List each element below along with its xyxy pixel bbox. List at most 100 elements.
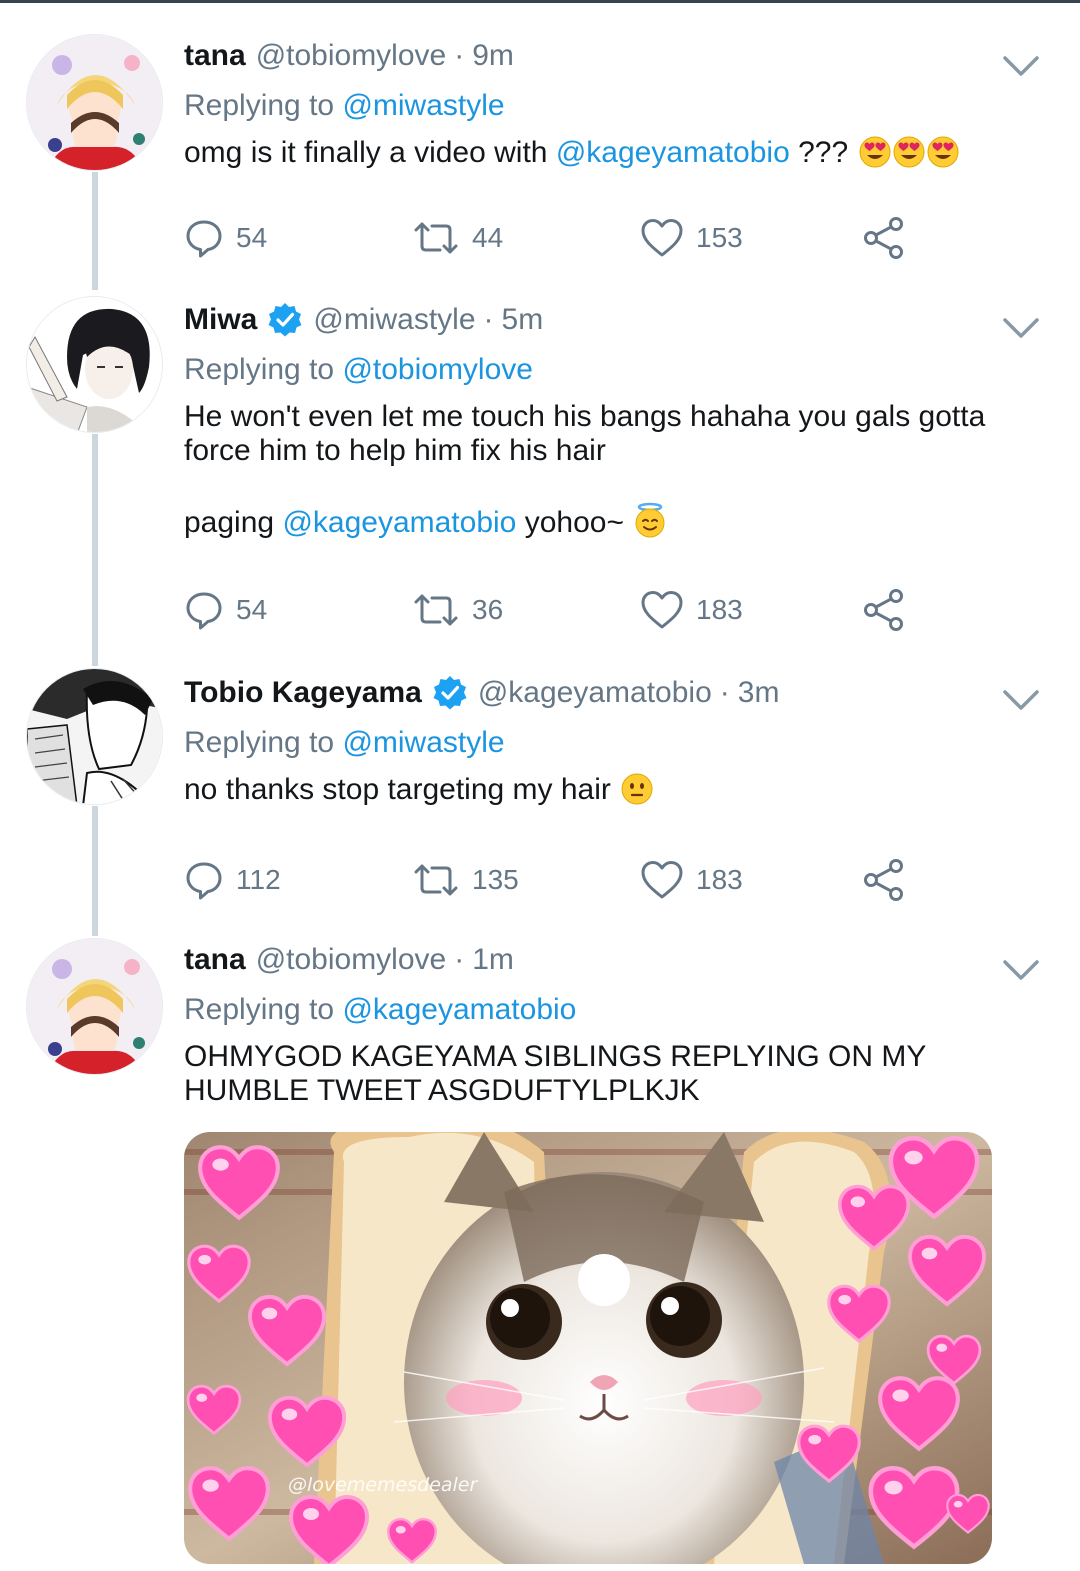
chevron-down-icon[interactable]	[1002, 688, 1040, 712]
like-count: 153	[696, 222, 743, 253]
avatar[interactable]	[26, 668, 163, 805]
tweet-actions: 54 44 153	[184, 216, 924, 260]
mention-link[interactable]: @kageyamatobio	[556, 136, 790, 169]
replying-to: Replying to @kageyamatobio	[184, 988, 1040, 1032]
tweet-actions: 112 135 183	[184, 858, 924, 902]
reply-count: 54	[236, 222, 268, 253]
like-button[interactable]: 183	[640, 588, 743, 632]
image-watermark: @lovememesdealer	[288, 1474, 478, 1496]
like-button[interactable]: 183	[640, 858, 743, 902]
reply-button[interactable]: 54	[184, 588, 267, 632]
thread-line	[92, 806, 98, 936]
share-icon	[862, 216, 906, 260]
retweet-icon	[412, 860, 460, 900]
thread-line	[92, 172, 98, 290]
reply-button[interactable]: 54	[184, 216, 267, 260]
avatar-illustration	[27, 939, 162, 1074]
avatar-illustration	[27, 297, 162, 432]
tweet-text: He won't even let me touch his bangs hah…	[184, 400, 1040, 540]
tweet-header: tana @tobiomylove · 1m	[184, 938, 1040, 982]
tweet-header: tana @tobiomylove · 9m	[184, 34, 1040, 78]
tweet-media-image[interactable]: @lovememesdealer	[184, 1132, 992, 1564]
tweet-text-paragraph: He won't even let me touch his bangs hah…	[184, 400, 986, 467]
replying-to-mention[interactable]: @miwastyle	[342, 726, 504, 759]
separator-dot: ·	[454, 39, 465, 72]
tweet-text: OHMYGOD KAGEYAMA SIBLINGS REPLYING ON MY…	[184, 1040, 984, 1108]
timestamp[interactable]: 1m	[472, 943, 514, 977]
handle[interactable]: @kageyamatobio	[478, 676, 712, 710]
replying-to-label: Replying to	[184, 726, 335, 759]
share-button[interactable]	[862, 216, 918, 260]
handle[interactable]: @tobiomylove	[256, 39, 447, 73]
heart-eyes-emoji-icon	[927, 136, 959, 168]
heart-eyes-emoji-icon	[893, 136, 925, 168]
share-icon	[862, 588, 906, 632]
replying-to-mention[interactable]: @miwastyle	[342, 89, 504, 122]
retweet-button[interactable]: 36	[412, 588, 503, 632]
retweet-button[interactable]: 135	[412, 858, 519, 902]
replying-to-mention[interactable]: @kageyamatobio	[342, 993, 576, 1026]
chevron-down-icon[interactable]	[1002, 316, 1040, 340]
avatar[interactable]	[26, 34, 163, 171]
like-icon	[640, 860, 684, 900]
thread-line	[92, 434, 98, 666]
like-icon	[640, 590, 684, 630]
chevron-down-icon[interactable]	[1002, 958, 1040, 982]
share-button[interactable]	[862, 858, 918, 902]
tweet-header: Miwa @miwastyle · 5m	[184, 298, 1040, 342]
verified-badge-icon	[267, 302, 303, 338]
tweet-text: omg is it finally a video with @kageyama…	[184, 136, 1040, 170]
retweet-count: 44	[472, 222, 504, 253]
tweet-text-part: no thanks stop targeting my hair	[184, 773, 611, 806]
replying-to: Replying to @tobiomylove	[184, 348, 1040, 392]
separator-dot: ·	[719, 676, 730, 709]
halo-smile-emoji-icon	[634, 502, 666, 538]
reply-icon	[184, 590, 224, 630]
retweet-button[interactable]: 44	[412, 216, 503, 260]
chevron-down-icon[interactable]	[1002, 54, 1040, 78]
reply-count: 54	[236, 594, 268, 625]
avatar[interactable]	[26, 296, 163, 433]
reply-count: 112	[236, 864, 281, 895]
retweet-count: 135	[472, 864, 519, 895]
mention-link[interactable]: @kageyamatobio	[282, 506, 516, 539]
retweet-icon	[412, 590, 460, 630]
tweet-text-part: paging	[184, 506, 275, 539]
replying-to-mention[interactable]: @tobiomylove	[342, 353, 533, 386]
replying-to-label: Replying to	[184, 993, 335, 1026]
display-name[interactable]: Tobio Kageyama	[184, 676, 422, 710]
handle[interactable]: @miwastyle	[313, 303, 475, 337]
replying-to-label: Replying to	[184, 89, 335, 122]
replying-to-label: Replying to	[184, 353, 335, 386]
tweet-text-part: yohoo~	[524, 506, 624, 539]
timestamp[interactable]: 3m	[738, 676, 780, 710]
reply-icon	[184, 218, 224, 258]
retweet-icon	[412, 218, 460, 258]
tweet-text-paragraph: paging @kageyamatobio yohoo~	[184, 502, 1040, 540]
separator-dot: ·	[454, 943, 465, 976]
timestamp[interactable]: 5m	[502, 303, 544, 337]
timestamp[interactable]: 9m	[472, 39, 514, 73]
like-button[interactable]: 153	[640, 216, 743, 260]
replying-to: Replying to @miwastyle	[184, 721, 1040, 765]
reply-button[interactable]: 112	[184, 858, 281, 902]
avatar[interactable]	[26, 938, 163, 1075]
avatar-illustration	[27, 669, 162, 804]
display-name[interactable]: Miwa	[184, 303, 257, 337]
tweet-text: no thanks stop targeting my hair	[184, 773, 1040, 807]
separator-dot: ·	[483, 303, 494, 336]
top-divider	[0, 0, 1080, 3]
display-name[interactable]: tana	[184, 943, 246, 977]
like-icon	[640, 218, 684, 258]
like-count: 183	[696, 864, 743, 895]
handle[interactable]: @tobiomylove	[256, 943, 447, 977]
heart-eyes-emoji-icon	[859, 136, 891, 168]
tweet-header: Tobio Kageyama @kageyamatobio · 3m	[184, 671, 1040, 715]
neutral-face-emoji-icon	[621, 773, 653, 805]
reply-icon	[184, 860, 224, 900]
tweet-text-part: OHMYGOD KAGEYAMA SIBLINGS REPLYING ON MY…	[184, 1040, 926, 1107]
tweet-actions: 54 36 183	[184, 588, 924, 632]
display-name[interactable]: tana	[184, 39, 246, 73]
share-icon	[862, 858, 906, 902]
share-button[interactable]	[862, 588, 918, 632]
